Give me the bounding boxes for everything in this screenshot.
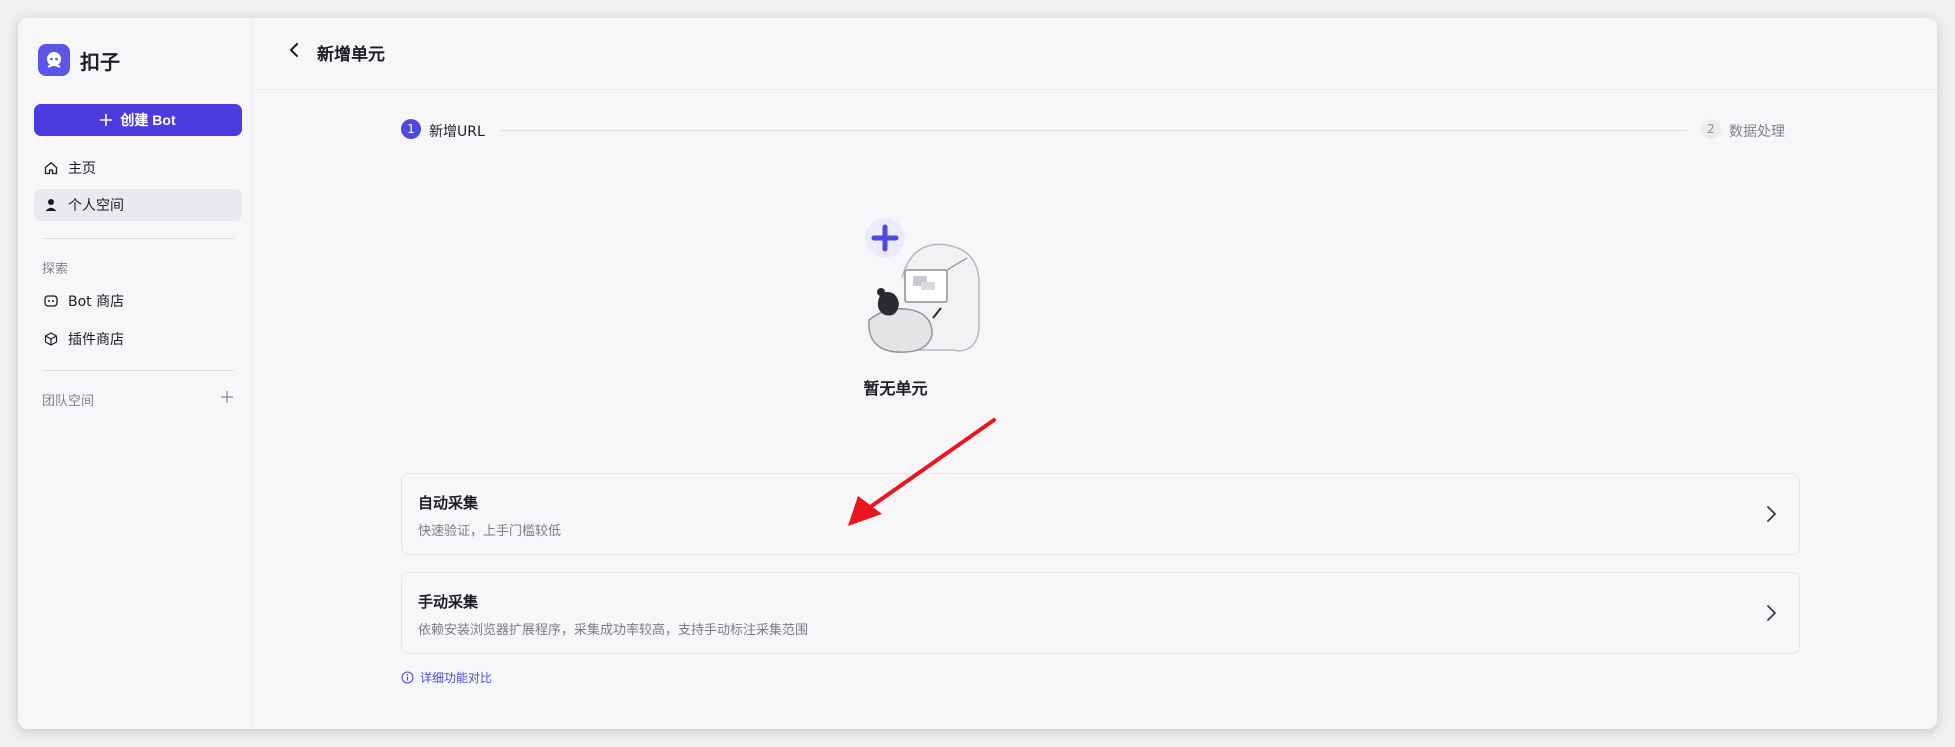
- sidebar-item-label: 个人空间: [68, 198, 124, 214]
- sidebar-item-label: Bot 商店: [68, 294, 125, 310]
- bot-icon: [44, 295, 58, 307]
- page-title: 新增单元: [317, 45, 385, 65]
- sidebar-divider: [42, 238, 234, 239]
- option-description: 快速验证，上手门槛较低: [418, 524, 562, 539]
- user-icon: [45, 199, 57, 211]
- create-bot-button[interactable]: 创建 Bot: [34, 104, 242, 136]
- chevron-left-icon: [290, 43, 298, 57]
- chevron-right-icon: [1767, 605, 1776, 621]
- plus-icon: [221, 391, 233, 403]
- option-title: 自动采集: [418, 494, 479, 512]
- stepper: 1 新增URL 2 数据处理: [401, 119, 1800, 141]
- option-title: 手动采集: [418, 593, 479, 611]
- plus-icon: [100, 114, 113, 126]
- create-bot-label: 创建 Bot: [120, 112, 176, 128]
- add-team-button[interactable]: [221, 388, 233, 407]
- app-window: 扣子 创建 Bot 主页 个人空间 探索 Bot 商店 插件商店 团队空间 新增…: [18, 18, 1937, 729]
- manual-collect-option[interactable]: 手动采集 依赖安装浏览器扩展程序，采集成功率较高，支持手动标注采集范围: [401, 572, 1800, 654]
- info-icon: [401, 671, 414, 684]
- auto-collect-option[interactable]: 自动采集 快速验证，上手门槛较低: [401, 473, 1800, 555]
- option-description: 依赖安装浏览器扩展程序，采集成功率较高，支持手动标注采集范围: [418, 623, 809, 638]
- cube-icon: [44, 332, 58, 346]
- sidebar-item-personal-space[interactable]: 个人空间: [34, 189, 242, 221]
- sidebar-item-label: 插件商店: [68, 332, 124, 348]
- step-1-label: 新增URL: [429, 124, 485, 140]
- empty-state-illustration: [865, 218, 980, 353]
- sidebar-item-label: 主页: [68, 161, 96, 177]
- step-2-indicator: 2: [1701, 119, 1721, 139]
- sidebar-item-home[interactable]: 主页: [34, 152, 242, 184]
- step-connector: [501, 130, 1687, 131]
- brand-name: 扣子: [80, 49, 120, 74]
- team-space-label: 团队空间: [42, 394, 95, 409]
- step-1-indicator: 1: [401, 119, 421, 139]
- page-header: 新增单元: [254, 18, 1937, 90]
- empty-state-text: 暂无单元: [863, 379, 928, 398]
- explore-section-label: 探索: [42, 262, 69, 277]
- sidebar-item-plugin-store[interactable]: 插件商店: [34, 323, 242, 355]
- back-button[interactable]: [282, 38, 306, 62]
- sidebar-divider: [42, 370, 234, 371]
- step-2-label: 数据处理: [1729, 124, 1785, 140]
- sidebar: 扣子 创建 Bot 主页 个人空间 探索 Bot 商店 插件商店 团队空间: [18, 18, 253, 729]
- logo-icon: [38, 44, 70, 76]
- home-icon: [44, 162, 58, 175]
- sidebar-item-bot-store[interactable]: Bot 商店: [34, 285, 242, 317]
- brand[interactable]: 扣子: [38, 44, 120, 76]
- chevron-right-icon: [1767, 506, 1776, 522]
- feature-compare-link[interactable]: 详细功能对比: [401, 669, 492, 686]
- feature-compare-label: 详细功能对比: [420, 671, 493, 685]
- main-content: 新增单元 1 新增URL 2 数据处理 暂无单元 自动采集 快速验证，上手门槛较…: [254, 18, 1937, 729]
